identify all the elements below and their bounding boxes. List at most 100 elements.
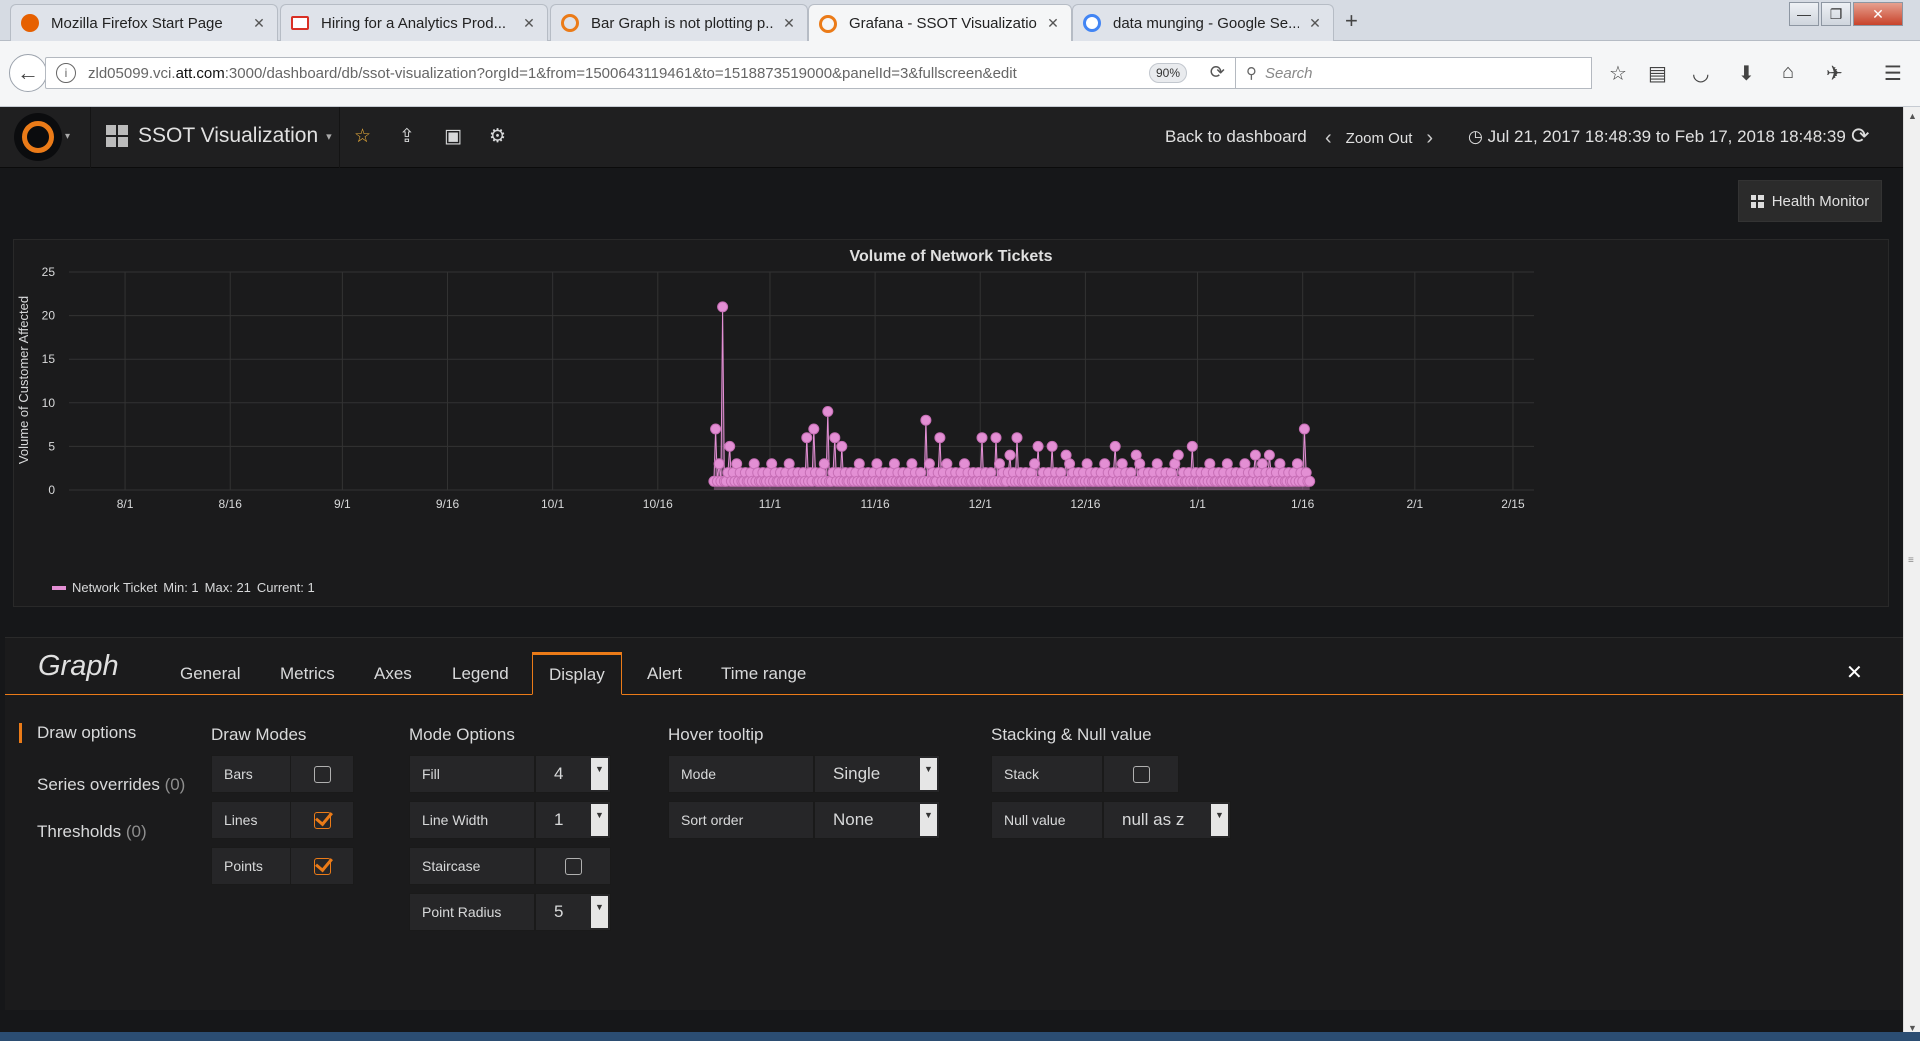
x-tick-label: 1/16 bbox=[1291, 497, 1315, 511]
fill-select[interactable]: 4 ▼ bbox=[535, 755, 611, 793]
grafana-top-nav: ▾ SSOT Visualization ▾ ☆ ⇪ ▣ ⚙ Back to d… bbox=[0, 107, 1903, 168]
dropdown-arrow-icon: ▼ bbox=[591, 804, 608, 836]
null-value-select[interactable]: null as z ▼ bbox=[1103, 801, 1231, 839]
x-tick-label: 12/1 bbox=[969, 497, 993, 511]
side-draw-options[interactable]: Draw options bbox=[19, 723, 136, 743]
tab-display[interactable]: Display bbox=[532, 652, 622, 695]
side-thresholds[interactable]: Thresholds (0) bbox=[19, 822, 147, 842]
null-value-label: Null value bbox=[991, 801, 1103, 839]
grafana-logo-icon[interactable] bbox=[14, 113, 62, 161]
extension-icon[interactable]: ✈ bbox=[1826, 61, 1843, 86]
browser-tab-google-search[interactable]: data munging - Google Se... ✕ bbox=[1072, 4, 1334, 41]
select-value: 5 bbox=[554, 902, 564, 921]
close-tab-icon[interactable]: ✕ bbox=[781, 15, 797, 32]
close-editor-icon[interactable]: ✕ bbox=[1846, 660, 1863, 685]
time-range-picker[interactable]: ◷ Jul 21, 2017 18:48:39 to Feb 17, 2018 … bbox=[1468, 127, 1846, 147]
y-tick-label: 10 bbox=[42, 396, 56, 410]
lines-label: Lines bbox=[211, 801, 291, 839]
y-tick-label: 25 bbox=[42, 265, 56, 279]
tab-legend[interactable]: Legend bbox=[436, 652, 525, 695]
close-tab-icon[interactable]: ✕ bbox=[1045, 15, 1061, 32]
save-icon[interactable]: ▣ bbox=[444, 125, 462, 148]
staircase-label: Staircase bbox=[409, 847, 535, 885]
data-point bbox=[1004, 449, 1016, 461]
back-to-dashboard-button[interactable]: Back to dashboard bbox=[1165, 127, 1307, 147]
time-shift-back-icon[interactable]: ‹ bbox=[1325, 127, 1332, 150]
site-info-icon[interactable]: i bbox=[56, 63, 76, 83]
stack-checkbox[interactable] bbox=[1103, 755, 1179, 793]
data-point bbox=[934, 432, 946, 444]
bars-checkbox[interactable] bbox=[290, 755, 354, 793]
zoom-level-badge[interactable]: 90% bbox=[1148, 63, 1187, 83]
tab-metrics[interactable]: Metrics bbox=[264, 652, 351, 695]
zoom-out-button[interactable]: Zoom Out bbox=[1346, 130, 1413, 147]
side-series-overrides[interactable]: Series overrides (0) bbox=[19, 775, 185, 795]
new-tab-plus-icon[interactable]: + bbox=[1345, 8, 1358, 34]
url-bar[interactable]: i zld05099.vci.att.com:3000/dashboard/db… bbox=[45, 57, 1238, 89]
browser-tab-bar-graph[interactable]: Bar Graph is not plotting p... ✕ bbox=[550, 4, 808, 41]
close-window-icon[interactable]: ✕ bbox=[1853, 2, 1903, 26]
draw-modes-heading: Draw Modes bbox=[211, 725, 307, 744]
graph-panel: Volume of Network Tickets 0 5 10 15 20 25 8/1 8… bbox=[13, 239, 1889, 607]
download-icon[interactable]: ⬇ bbox=[1738, 61, 1755, 86]
tooltip-mode-select[interactable]: Single ▼ bbox=[814, 755, 940, 793]
select-value: None bbox=[833, 810, 874, 829]
bookmark-star-icon[interactable]: ☆ bbox=[1609, 61, 1627, 86]
star-icon[interactable]: ☆ bbox=[354, 125, 371, 148]
close-tab-icon[interactable]: ✕ bbox=[521, 15, 537, 32]
dashboard-tiles-icon bbox=[1750, 194, 1764, 208]
staircase-checkbox[interactable] bbox=[535, 847, 611, 885]
home-icon[interactable]: ⌂ bbox=[1782, 61, 1794, 84]
tab-axes[interactable]: Axes bbox=[358, 652, 428, 695]
page-scrollbar[interactable]: ▲ ≡ ▼ bbox=[1903, 107, 1920, 1036]
tab-general[interactable]: General bbox=[164, 652, 256, 695]
close-tab-icon[interactable]: ✕ bbox=[251, 15, 267, 32]
data-point bbox=[1109, 440, 1121, 452]
browser-tab-grafana-active[interactable]: Grafana - SSOT Visualization ✕ bbox=[808, 4, 1072, 42]
share-icon[interactable]: ⇪ bbox=[399, 125, 415, 148]
reading-list-icon[interactable]: ▤ bbox=[1648, 61, 1667, 86]
tab-alert[interactable]: Alert bbox=[631, 652, 698, 695]
time-shift-forward-icon[interactable]: › bbox=[1426, 127, 1433, 150]
url-prefix: zld05099.vci. bbox=[88, 64, 176, 82]
browser-search-input[interactable]: ⚲ Search bbox=[1235, 57, 1592, 89]
y-tick-label: 0 bbox=[48, 483, 55, 497]
pocket-icon[interactable]: ◡ bbox=[1692, 61, 1709, 86]
tab-title: Grafana - SSOT Visualization bbox=[849, 15, 1037, 32]
scroll-grip-icon[interactable]: ≡ bbox=[1908, 555, 1917, 566]
tab-time-range[interactable]: Time range bbox=[705, 652, 822, 695]
gear-icon[interactable]: ⚙ bbox=[489, 125, 506, 148]
line-width-select[interactable]: 1 ▼ bbox=[535, 801, 611, 839]
browser-tab-gmail[interactable]: Hiring for a Analytics Prod... ✕ bbox=[280, 4, 548, 41]
points-checkbox[interactable] bbox=[290, 847, 354, 885]
restore-window-icon[interactable]: ❐ bbox=[1821, 2, 1851, 26]
scroll-up-icon[interactable]: ▲ bbox=[1904, 107, 1920, 124]
dashboard-title: SSOT Visualization bbox=[138, 124, 319, 147]
x-tick-label: 10/1 bbox=[541, 497, 565, 511]
reload-icon[interactable]: ⟳ bbox=[1210, 62, 1225, 83]
data-point bbox=[818, 458, 830, 470]
data-point bbox=[829, 432, 841, 444]
minimize-window-icon[interactable]: — bbox=[1789, 2, 1819, 26]
nav-divider bbox=[90, 107, 91, 168]
lines-checkbox[interactable] bbox=[290, 801, 354, 839]
select-value: 1 bbox=[554, 810, 564, 829]
dashboard-picker[interactable]: SSOT Visualization ▾ bbox=[106, 124, 332, 148]
sort-order-select[interactable]: None ▼ bbox=[814, 801, 940, 839]
health-monitor-button[interactable]: Health Monitor bbox=[1738, 180, 1882, 222]
nav-divider bbox=[339, 107, 340, 168]
tab-title: data munging - Google Se... bbox=[1113, 14, 1299, 32]
browser-tab-firefox-start[interactable]: Mozilla Firefox Start Page ✕ bbox=[10, 4, 278, 41]
close-tab-icon[interactable]: ✕ bbox=[1307, 15, 1323, 32]
line-width-label: Line Width bbox=[409, 801, 535, 839]
point-radius-select[interactable]: 5 ▼ bbox=[535, 893, 611, 931]
data-point bbox=[1032, 440, 1044, 452]
back-arrow-icon[interactable]: ← bbox=[9, 54, 47, 92]
x-tick-label: 8/16 bbox=[219, 497, 243, 511]
legend-series-name[interactable]: Network Ticket bbox=[72, 580, 157, 595]
y-tick-label: 15 bbox=[42, 352, 56, 366]
hamburger-menu-icon[interactable]: ☰ bbox=[1884, 61, 1902, 86]
data-point bbox=[717, 301, 729, 313]
chevron-down-icon[interactable]: ▾ bbox=[65, 131, 70, 142]
refresh-icon[interactable]: ⟳ bbox=[1851, 123, 1869, 149]
